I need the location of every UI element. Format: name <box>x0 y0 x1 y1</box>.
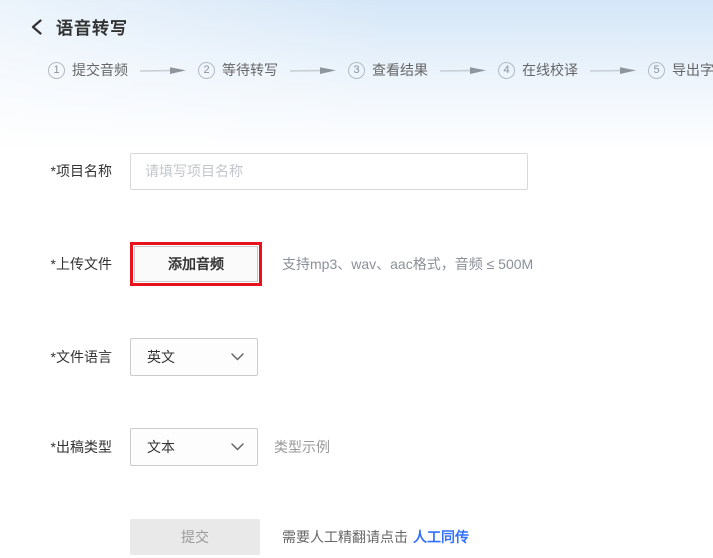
step-number-badge: 2 <box>198 62 215 79</box>
transcription-form: *项目名称 *上传文件 添加音频 支持mp3、wav、aac格式，音频 ≤ 50… <box>0 152 713 556</box>
upload-format-hint: 支持mp3、wav、aac格式，音频 ≤ 500M <box>282 254 533 274</box>
human-translation-note: 需要人工精翻请点击人工同传 <box>282 527 469 547</box>
stepper: 1 提交音频 2 等待转写 3 查看结果 <box>48 60 713 80</box>
chevron-left-icon <box>30 19 43 35</box>
step-wait-transcribe: 2 等待转写 <box>198 60 278 80</box>
project-name-input[interactable] <box>130 153 528 190</box>
doc-type-row: *出稿类型 文本 类型示例 <box>0 428 713 466</box>
submit-row: 提交 需要人工精翻请点击人工同传 <box>0 518 713 556</box>
step-number-badge: 1 <box>48 62 65 79</box>
step-label: 导出字幕 <box>672 60 713 80</box>
step-label: 等待转写 <box>222 60 278 80</box>
step-label: 提交音频 <box>72 60 128 80</box>
project-name-label: *项目名称 <box>30 161 112 181</box>
file-language-value: 英文 <box>147 347 175 367</box>
project-name-row: *项目名称 <box>0 152 713 190</box>
type-example-link[interactable]: 类型示例 <box>274 437 330 457</box>
file-language-label: *文件语言 <box>30 347 112 367</box>
step-number-badge: 3 <box>348 62 365 79</box>
step-arrow-icon <box>290 66 336 75</box>
page-title: 语音转写 <box>56 14 128 39</box>
step-online-proofread: 4 在线校译 <box>498 60 578 80</box>
page-header: 语音转写 <box>0 0 713 39</box>
step-arrow-icon <box>590 66 636 75</box>
step-arrow-icon <box>440 66 486 75</box>
doc-type-label: *出稿类型 <box>30 437 112 457</box>
step-label: 查看结果 <box>372 60 428 80</box>
doc-type-select[interactable]: 文本 <box>130 428 258 466</box>
step-number-badge: 4 <box>498 62 515 79</box>
chevron-down-icon <box>231 353 244 361</box>
step-export-subtitle: 5 导出字幕 <box>648 60 713 80</box>
upload-file-row: *上传文件 添加音频 支持mp3、wav、aac格式，音频 ≤ 500M <box>0 242 713 286</box>
step-arrow-icon <box>140 66 186 75</box>
submit-button[interactable]: 提交 <box>130 519 260 555</box>
voice-transcription-page: 语音转写 1 提交音频 2 等待转写 3 查看结果 <box>0 0 713 558</box>
human-interpretation-link[interactable]: 人工同传 <box>413 529 469 545</box>
step-submit-audio: 1 提交音频 <box>48 60 128 80</box>
note-text: 需要人工精翻请点击 <box>282 529 408 545</box>
add-audio-button[interactable]: 添加音频 <box>134 246 258 282</box>
file-language-row: *文件语言 英文 <box>0 338 713 376</box>
upload-file-label: *上传文件 <box>30 254 112 274</box>
step-label: 在线校译 <box>522 60 578 80</box>
chevron-down-icon <box>231 443 244 451</box>
step-number-badge: 5 <box>648 62 665 79</box>
file-language-select[interactable]: 英文 <box>130 338 258 376</box>
red-highlight-annotation: 添加音频 <box>130 242 262 286</box>
back-button[interactable] <box>30 19 43 35</box>
step-view-result: 3 查看结果 <box>348 60 428 80</box>
doc-type-value: 文本 <box>147 437 175 457</box>
